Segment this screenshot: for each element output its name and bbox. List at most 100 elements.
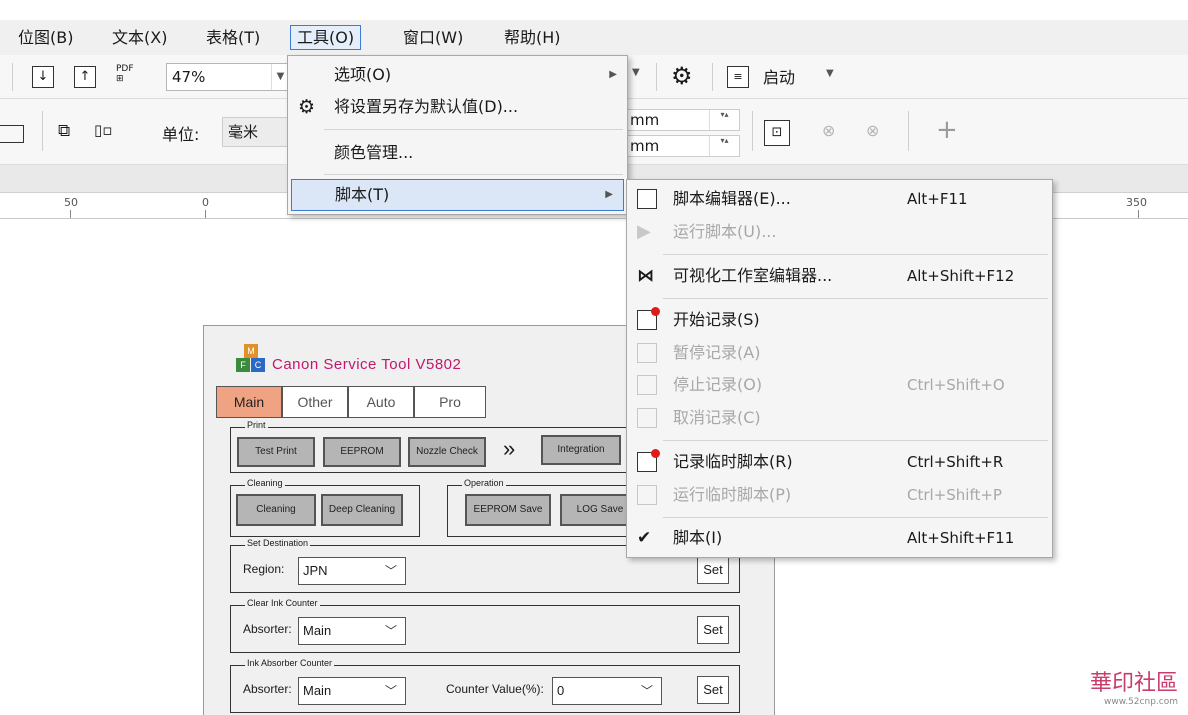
logo-letter-f: F [236, 358, 250, 372]
tab-other[interactable]: Other [282, 386, 348, 418]
cleaning-group: Cleaning Cleaning Deep Cleaning [230, 478, 420, 537]
unit-select[interactable]: 毫米 [222, 117, 290, 147]
counter-value-select[interactable]: 0 ﹀ [552, 677, 662, 705]
menu-item-label: 记录临时脚本(R) [673, 452, 793, 471]
menu-item-shortcut: Ctrl+Shift+P [907, 486, 1002, 504]
logo-letter-m: M [244, 344, 258, 358]
snap-off-icon[interactable]: ⊗ [866, 121, 879, 140]
align-icon[interactable]: ▯▫ [94, 121, 112, 139]
spin-icon[interactable]: ▾▴ [709, 110, 739, 130]
export-icon[interactable]: ↑ [74, 66, 96, 88]
snap-icon[interactable]: ⊗ [822, 121, 835, 140]
chevron-down-icon[interactable]: ▼ [826, 68, 834, 79]
clear-ink-counter-group: Clear Ink Counter Absorter: Main ﹀ Set [230, 598, 740, 653]
tab-main[interactable]: Main [216, 386, 282, 418]
pause-recording-icon [637, 343, 657, 363]
menu-item-save-defaults[interactable]: ⚙ 将设置另存为默认值(D)... [288, 91, 627, 123]
test-print-button[interactable]: Test Print [237, 437, 315, 467]
tools-menu: 选项(O) ▶ ⚙ 将设置另存为默认值(D)... 颜色管理... 脚本(T) … [287, 55, 628, 215]
chevron-right-icon: ▶ [605, 189, 613, 200]
menu-bitmap[interactable]: 位图(B) [12, 25, 79, 50]
page-layout-icon[interactable]: ⧉ [58, 121, 70, 141]
absorber-label: Absorter: [243, 622, 292, 636]
gear-icon[interactable]: ⚙ [671, 63, 693, 89]
menu-item-label: 运行临时脚本(P) [673, 485, 792, 504]
menu-separator [663, 440, 1048, 441]
menu-separator [324, 129, 623, 130]
toolbar-divider [12, 63, 13, 91]
nudge-unit: mm [630, 111, 660, 129]
menu-table[interactable]: 表格(T) [200, 25, 266, 50]
eeprom-button[interactable]: EEPROM [323, 437, 401, 467]
play-icon: ▶ [637, 221, 651, 242]
more-icon[interactable]: » [503, 436, 515, 462]
nudge-distance-input[interactable]: mm ▾▴ [624, 109, 740, 131]
chevron-right-icon: ▶ [609, 69, 617, 80]
zoom-combo[interactable]: 47% ▼ [166, 63, 290, 91]
import-icon[interactable]: ↓ [32, 66, 54, 88]
menu-item-label: 停止记录(O) [673, 375, 763, 394]
menu-item-shortcut: Ctrl+Shift+R [907, 453, 1004, 471]
watermark-text: 華印社區 [1089, 671, 1178, 696]
ink-absorber-counter-group: Ink Absorber Counter Absorter: Main ﹀ Co… [230, 658, 740, 713]
menu-item-label: 脚本编辑器(E)... [673, 189, 791, 208]
crop-frame-icon[interactable]: ⊡ [764, 120, 790, 146]
spin-icon[interactable]: ▾▴ [709, 136, 739, 156]
chevron-down-icon: ﹀ [640, 684, 653, 698]
stop-recording-icon [637, 375, 657, 395]
group-label: Print [245, 420, 268, 430]
menu-item-label: 运行脚本(U)... [673, 222, 777, 241]
menu-item-label: 可视化工作室编辑器... [673, 266, 833, 285]
region-select[interactable]: JPN ﹀ [298, 557, 406, 585]
menu-item-label: 取消记录(C) [673, 408, 761, 427]
deep-cleaning-button[interactable]: Deep Cleaning [321, 494, 403, 526]
cleaning-button[interactable]: Cleaning [236, 494, 316, 526]
menu-item-script-editor[interactable]: 脚本编辑器(E)... Alt+F11 [627, 183, 1052, 215]
ruler-label: 0 [202, 196, 209, 209]
add-icon[interactable]: + [936, 115, 958, 145]
page-frame-icon[interactable] [0, 125, 24, 143]
record-dot-icon [651, 449, 660, 458]
menu-item-scripts-docker[interactable]: ✔ 脚本(I) Alt+Shift+F11 [627, 522, 1052, 554]
run-temp-icon [637, 485, 657, 505]
menu-item-shortcut: Alt+F11 [907, 190, 968, 208]
chevron-down-icon[interactable]: ▼ [632, 67, 640, 78]
counter-value-label: Counter Value(%): [446, 682, 544, 696]
menu-item-run-script[interactable]: ▶ 运行脚本(U)... [627, 216, 1052, 248]
menu-item-record-temp-script[interactable]: 记录临时脚本(R) Ctrl+Shift+R [627, 446, 1052, 478]
ruler-label: 350 [1126, 196, 1147, 209]
menu-item-color-management[interactable]: 颜色管理... [288, 137, 627, 169]
toolbar-divider [712, 63, 713, 91]
set-destination-button[interactable]: Set [697, 556, 729, 584]
menu-item-label: 颜色管理... [334, 143, 414, 162]
tab-auto[interactable]: Auto [348, 386, 414, 418]
menu-item-stop-recording[interactable]: 停止记录(O) Ctrl+Shift+O [627, 369, 1052, 401]
clear-ink-set-button[interactable]: Set [697, 616, 729, 644]
absorber-select[interactable]: Main ﹀ [298, 617, 406, 645]
cancel-recording-icon [637, 408, 657, 428]
pdf-icon[interactable]: PDF ⊞ [116, 64, 134, 84]
menu-window[interactable]: 窗口(W) [397, 25, 469, 50]
launch-button[interactable]: 启动 [763, 64, 795, 88]
menu-tools[interactable]: 工具(O) [290, 25, 362, 50]
ink-absorber-select[interactable]: Main ﹀ [298, 677, 406, 705]
menu-item-visual-studio-editor[interactable]: ⋈ 可视化工作室编辑器... Alt+Shift+F12 [627, 260, 1052, 292]
integration-button[interactable]: Integration [541, 435, 621, 465]
menu-item-shortcut: Alt+Shift+F12 [907, 267, 1015, 285]
menu-help[interactable]: 帮助(H) [498, 25, 567, 50]
menu-item-cancel-recording[interactable]: 取消记录(C) [627, 402, 1052, 434]
eeprom-save-button[interactable]: EEPROM Save [465, 494, 551, 526]
menu-item-pause-recording[interactable]: 暂停记录(A) [627, 337, 1052, 369]
nozzle-check-button[interactable]: Nozzle Check [408, 437, 486, 467]
menu-item-label: 开始记录(S) [673, 310, 760, 329]
launcher-icon[interactable]: ≡ [727, 66, 749, 88]
ruler-label: 50 [64, 196, 78, 209]
tab-pro[interactable]: Pro [414, 386, 486, 418]
menu-item-run-temp-script[interactable]: 运行临时脚本(P) Ctrl+Shift+P [627, 479, 1052, 511]
ink-absorber-set-button[interactable]: Set [697, 676, 729, 704]
menu-item-start-recording[interactable]: 开始记录(S) [627, 304, 1052, 336]
duplicate-distance-input[interactable]: mm ▾▴ [624, 135, 740, 157]
menu-text[interactable]: 文本(X) [106, 25, 173, 50]
menu-item-options[interactable]: 选项(O) ▶ [288, 59, 627, 91]
menu-item-scripts[interactable]: 脚本(T) ▶ [291, 179, 624, 211]
